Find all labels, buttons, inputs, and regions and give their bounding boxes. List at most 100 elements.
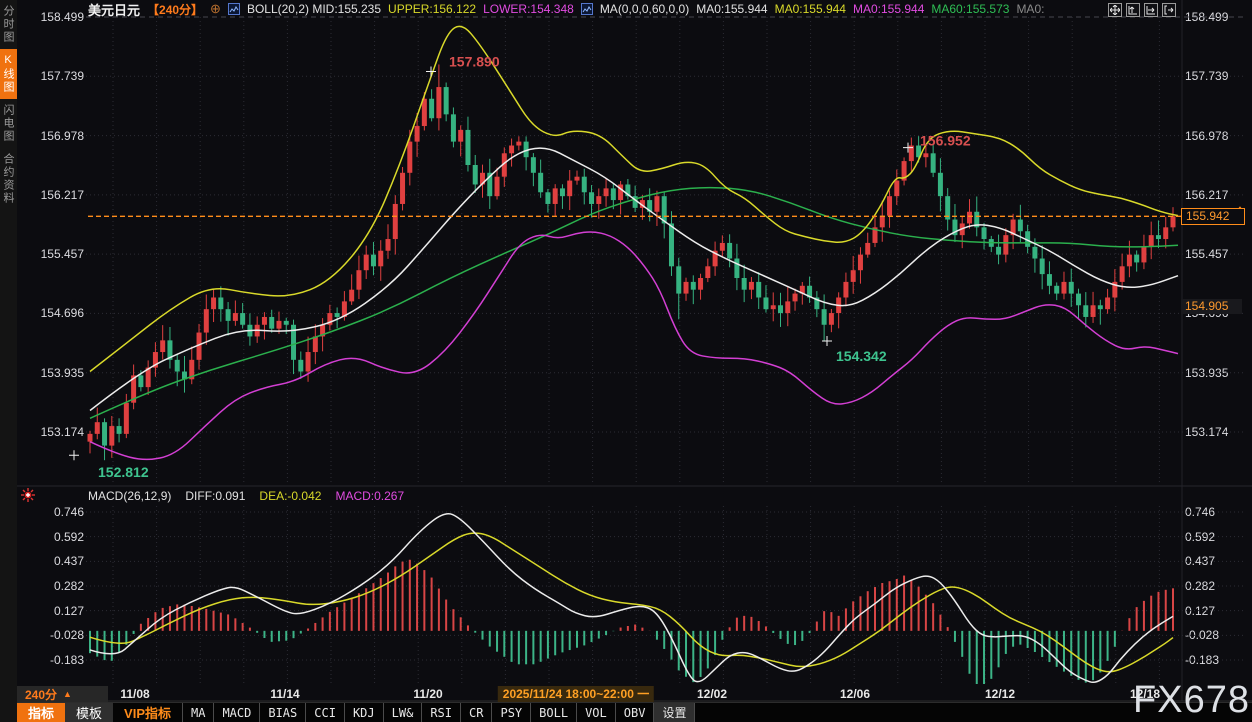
candle: [124, 403, 129, 434]
exit-panel-icon[interactable]: [1162, 3, 1176, 17]
indicator-button-[interactable]: 设置: [653, 703, 695, 722]
toolbar-tab-2[interactable]: VIP指标: [113, 703, 182, 722]
indicator-button-ma[interactable]: MA: [182, 703, 213, 722]
overlay-lines-layer: [90, 26, 1178, 459]
candle: [604, 188, 609, 196]
candle: [298, 360, 303, 372]
ma60-value: MA60:155.573: [931, 2, 1009, 16]
ma0-yellow-value: MA0:155.944: [775, 2, 846, 16]
candle: [865, 243, 870, 255]
scale-right-icon[interactable]: [1144, 3, 1158, 17]
candle: [1091, 305, 1096, 317]
boll-upper-value: UPPER:156.122: [388, 2, 476, 16]
candle: [843, 282, 848, 298]
macd-macd-value: MACD:0.267: [335, 489, 404, 503]
pan-crosshair-icon[interactable]: [1108, 3, 1122, 17]
current-price-badge: 155.942: [1181, 208, 1245, 225]
time-label-selected: 2025/11/24 18:00~22:00 一: [498, 686, 654, 702]
time-label: 12/02: [697, 686, 727, 702]
candle: [349, 290, 354, 302]
candle: [596, 196, 601, 204]
indicator-button-boll[interactable]: BOLL: [530, 703, 576, 722]
price-annotation: 154.342: [836, 348, 887, 364]
ma-indicator-icon[interactable]: [581, 3, 593, 15]
candle: [734, 259, 739, 278]
indicator-toolbar: 指标模板VIP指标MAMACDBIASCCIKDJLW&RSICRPSYBOLL…: [17, 702, 1252, 722]
secondary-price-badge: 154.905: [1181, 299, 1242, 314]
candle: [284, 321, 289, 325]
indicator-button-psy[interactable]: PSY: [491, 703, 530, 722]
ma0-white-value: MA0:155.944: [696, 2, 767, 16]
candle: [1127, 255, 1132, 267]
time-axis: 240分 ▲ 11/0811/1411/202025/11/24 18:00~2…: [17, 686, 1252, 702]
candle: [444, 87, 449, 114]
candle: [742, 278, 747, 290]
time-label: 12/12: [985, 686, 1015, 702]
candle: [451, 114, 456, 141]
indicator-button-vol[interactable]: VOL: [576, 703, 615, 722]
candle: [822, 309, 827, 325]
toolbar-tab-1[interactable]: 模板: [65, 703, 113, 722]
sidebar-item-1[interactable]: K线图: [0, 49, 17, 99]
candle: [436, 87, 441, 118]
candle: [240, 313, 245, 325]
toolbar-tab-0[interactable]: 指标: [17, 703, 65, 722]
sidebar-item-3[interactable]: 合约资料: [0, 148, 17, 210]
boll-indicator-icon[interactable]: [228, 3, 240, 15]
candle: [931, 153, 936, 172]
indicator-button-bias[interactable]: BIAS: [259, 703, 305, 722]
candle: [531, 157, 536, 173]
candle: [967, 212, 972, 224]
candle: [415, 126, 420, 142]
candle: [473, 165, 478, 184]
sidebar-item-0[interactable]: 分时图: [0, 0, 17, 49]
candle: [138, 375, 143, 387]
candle: [386, 239, 391, 251]
indicator-button-obv[interactable]: OBV: [615, 703, 654, 722]
time-label: 11/14: [270, 686, 299, 702]
candle: [705, 266, 710, 278]
candle: [211, 297, 216, 309]
candle: [95, 422, 100, 434]
price-annotation: 152.812: [98, 464, 149, 480]
indicator-button-macd[interactable]: MACD: [213, 703, 259, 722]
candle: [160, 340, 165, 352]
candle: [1054, 286, 1059, 294]
sidebar-item-2[interactable]: 闪电图: [0, 99, 17, 148]
candle: [858, 255, 863, 271]
candle: [574, 177, 579, 181]
indicator-button-lw[interactable]: LW&: [383, 703, 422, 722]
candle: [371, 255, 376, 267]
add-indicator-icon[interactable]: ⊕: [210, 1, 221, 17]
candle: [654, 196, 659, 212]
scale-up-icon[interactable]: [1126, 3, 1140, 17]
candle: [109, 426, 114, 445]
period-selector[interactable]: 240分 ▲: [17, 686, 108, 702]
candle: [356, 270, 361, 289]
price-annotation: 157.890: [449, 53, 500, 69]
candle: [378, 251, 383, 267]
indicator-button-rsi[interactable]: RSI: [421, 703, 460, 722]
candle: [545, 192, 550, 204]
indicator-button-cr[interactable]: CR: [460, 703, 491, 722]
period-label[interactable]: 【240分】: [147, 1, 203, 18]
candle: [276, 321, 281, 329]
boll-lower-value: LOWER:154.348: [483, 2, 574, 16]
candle: [422, 99, 427, 126]
candle: [923, 153, 928, 157]
price-annotation: 156.952: [920, 133, 971, 149]
candle: [560, 188, 565, 196]
candlestick-chart: 157.890 156.952 154.342 152.812: [0, 0, 1252, 722]
candle: [233, 313, 238, 321]
candle: [400, 173, 405, 204]
candle: [102, 422, 107, 445]
candle: [1018, 220, 1023, 232]
candle: [611, 188, 616, 200]
indicator-button-kdj[interactable]: KDJ: [344, 703, 383, 722]
candle: [785, 301, 790, 313]
indicator-button-cci[interactable]: CCI: [305, 703, 344, 722]
macd-settings-icon[interactable]: [21, 488, 35, 507]
candle: [1098, 305, 1103, 309]
candle: [269, 317, 274, 329]
candle: [1076, 294, 1081, 306]
